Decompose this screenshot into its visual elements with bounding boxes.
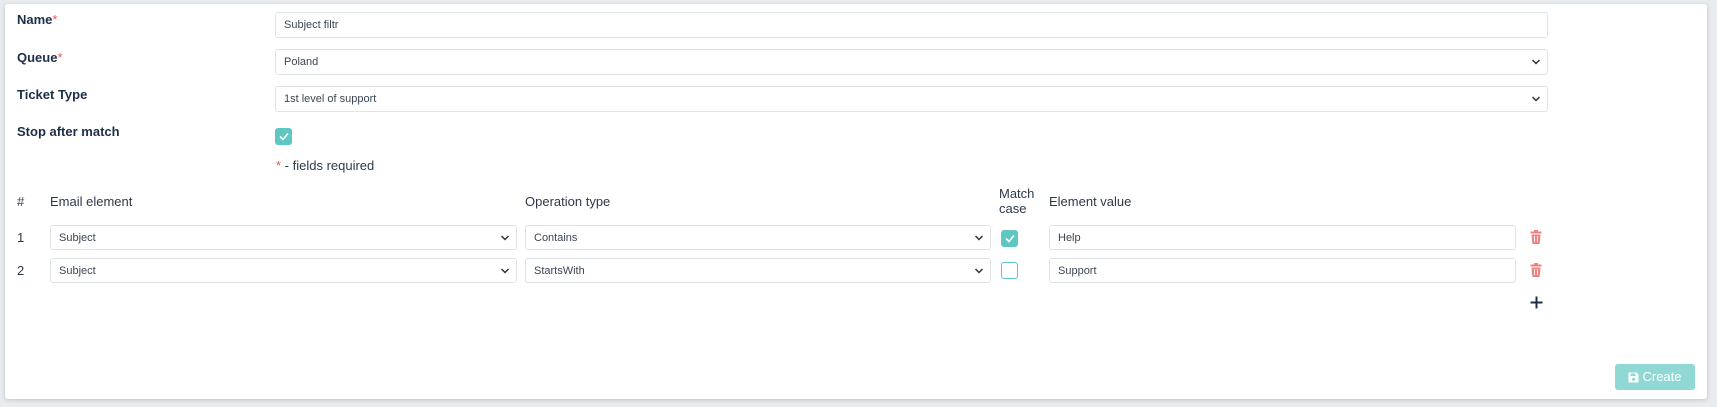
trash-icon[interactable] bbox=[1530, 230, 1542, 244]
create-button-label: Create bbox=[1642, 369, 1682, 384]
match-case-checkbox[interactable] bbox=[1001, 230, 1018, 247]
chevron-down-icon bbox=[974, 235, 984, 241]
row-number: 2 bbox=[17, 263, 25, 278]
plus-icon[interactable] bbox=[1530, 296, 1543, 309]
check-icon bbox=[1005, 234, 1015, 243]
ticket-type-label: Ticket Type bbox=[17, 87, 88, 102]
chevron-down-icon bbox=[500, 235, 510, 241]
element-value-input[interactable]: Help bbox=[1049, 225, 1516, 250]
queue-select-value: Poland bbox=[284, 56, 319, 68]
chevron-down-icon bbox=[1531, 96, 1541, 102]
element-value-text: Help bbox=[1058, 232, 1081, 244]
match-case-checkbox[interactable] bbox=[1001, 262, 1018, 279]
ticket-type-select-value: 1st level of support bbox=[284, 93, 377, 105]
operation-type-select[interactable]: StartsWith bbox=[525, 258, 991, 283]
name-label: Name* bbox=[17, 12, 58, 27]
check-icon bbox=[279, 132, 289, 141]
create-button[interactable]: Create bbox=[1615, 364, 1695, 390]
row-number: 1 bbox=[17, 230, 25, 245]
name-input-value: Subject filtr bbox=[284, 19, 339, 31]
stop-after-match-checkbox[interactable] bbox=[275, 128, 292, 145]
column-header-email-element: Email element bbox=[50, 194, 133, 209]
stop-after-match-label: Stop after match bbox=[17, 124, 120, 139]
element-value-text: Support bbox=[1058, 265, 1097, 277]
queue-select[interactable]: Poland bbox=[275, 49, 1548, 75]
ticket-type-select[interactable]: 1st level of support bbox=[275, 86, 1548, 112]
email-element-select[interactable]: Subject bbox=[50, 258, 517, 283]
operation-type-select[interactable]: Contains bbox=[525, 225, 991, 250]
required-fields-note: * - fields required bbox=[276, 158, 375, 173]
chevron-down-icon bbox=[500, 268, 510, 274]
chevron-down-icon bbox=[974, 268, 984, 274]
column-header-operation-type: Operation type bbox=[525, 194, 611, 209]
column-header-match-case: Match case bbox=[999, 186, 1035, 216]
column-header-element-value: Element value bbox=[1049, 194, 1132, 209]
name-input[interactable]: Subject filtr bbox=[275, 12, 1548, 38]
queue-label: Queue* bbox=[17, 50, 63, 65]
trash-icon[interactable] bbox=[1530, 263, 1542, 277]
element-value-input[interactable]: Support bbox=[1049, 258, 1516, 283]
chevron-down-icon bbox=[1531, 59, 1541, 65]
email-element-value: Subject bbox=[59, 265, 96, 277]
operation-type-value: StartsWith bbox=[534, 265, 585, 277]
operation-type-value: Contains bbox=[534, 232, 578, 244]
email-element-value: Subject bbox=[59, 232, 96, 244]
floppy-disk-icon bbox=[1628, 372, 1639, 383]
email-element-select[interactable]: Subject bbox=[50, 225, 517, 250]
column-header-number: # bbox=[17, 194, 25, 209]
filter-form-card: Name* Subject filtr Queue* Poland Ticket… bbox=[5, 4, 1707, 399]
